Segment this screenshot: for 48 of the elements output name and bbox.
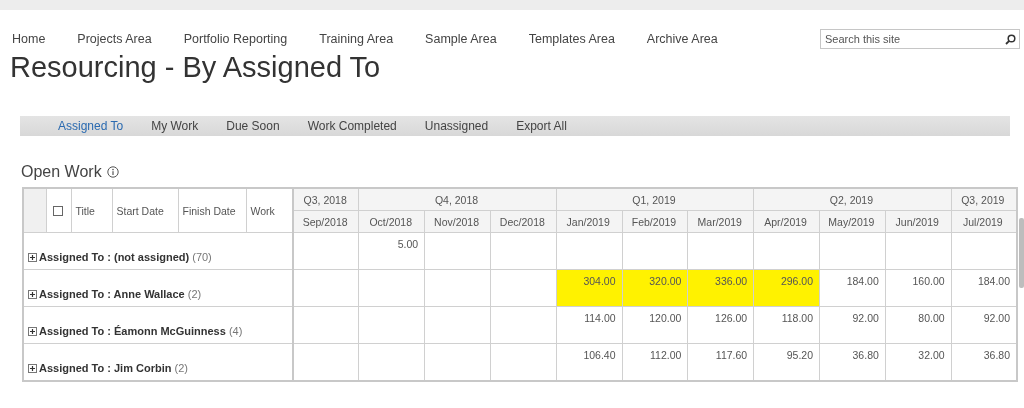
section-title: Open Work bbox=[21, 163, 102, 181]
quarter-header: Q2, 2019 bbox=[753, 188, 952, 211]
column-header[interactable]: Finish Date bbox=[178, 188, 246, 233]
group-label[interactable]: Assigned To : Jim Corbin (2) bbox=[39, 362, 188, 374]
value-cell: 296.00 bbox=[753, 269, 820, 307]
value-cell: 118.00 bbox=[753, 306, 820, 344]
nav-link[interactable]: Home bbox=[12, 32, 46, 46]
value-cell: 92.00 bbox=[819, 306, 886, 344]
nav-link[interactable]: Templates Area bbox=[528, 32, 615, 46]
value-cell: 5.00 bbox=[358, 232, 425, 270]
tab[interactable]: My Work bbox=[151, 119, 199, 133]
expand-icon[interactable] bbox=[28, 326, 37, 336]
value-cell: 184.00 bbox=[819, 269, 886, 307]
nav-link[interactable]: Archive Area bbox=[646, 32, 718, 46]
value-cell: 320.00 bbox=[622, 269, 688, 307]
tab[interactable]: Work Completed bbox=[307, 119, 397, 133]
nav-link[interactable]: Sample Area bbox=[425, 32, 497, 46]
value-cell: 160.00 bbox=[885, 269, 952, 307]
quarter-header: Q1, 2019 bbox=[556, 188, 754, 211]
value-cell: 304.00 bbox=[556, 269, 623, 307]
column-header[interactable]: Work bbox=[246, 188, 293, 233]
expand-icon[interactable] bbox=[28, 363, 37, 373]
column-header[interactable]: Start Date bbox=[112, 188, 178, 233]
tab[interactable]: Due Soon bbox=[226, 119, 280, 133]
expand-icon[interactable] bbox=[28, 252, 37, 262]
value-cell: 126.00 bbox=[687, 306, 754, 344]
value-cell: 336.00 bbox=[687, 269, 754, 307]
quarter-header: Q3, 2019 bbox=[951, 188, 1017, 211]
search-field[interactable]: Search this site bbox=[820, 29, 1020, 49]
select-all-checkbox[interactable] bbox=[52, 205, 63, 216]
value-cell: 114.00 bbox=[556, 306, 623, 344]
value-cell: 120.00 bbox=[622, 306, 688, 344]
nav-link[interactable]: Portfolio Reporting bbox=[183, 32, 288, 46]
search-icon[interactable] bbox=[1005, 34, 1016, 45]
info-icon[interactable] bbox=[106, 166, 119, 178]
tab[interactable]: Assigned To bbox=[58, 119, 124, 133]
group-label[interactable]: Assigned To : Anne Wallace (2) bbox=[39, 288, 202, 300]
scrollbar-thumb[interactable] bbox=[1019, 218, 1024, 288]
nav-link[interactable]: Training Area bbox=[319, 32, 394, 46]
page-title: Resourcing - By Assigned To bbox=[10, 50, 382, 84]
expand-icon[interactable] bbox=[28, 289, 37, 299]
column-header[interactable]: Title bbox=[71, 188, 112, 233]
quarter-header: Q3, 2018 bbox=[293, 188, 359, 211]
quarter-header: Q4, 2018 bbox=[358, 188, 557, 211]
tab[interactable]: Export All bbox=[516, 119, 567, 133]
nav-link[interactable]: Projects Area bbox=[77, 32, 152, 46]
value-cell: 80.00 bbox=[885, 306, 952, 344]
tab[interactable]: Unassigned bbox=[424, 119, 489, 133]
